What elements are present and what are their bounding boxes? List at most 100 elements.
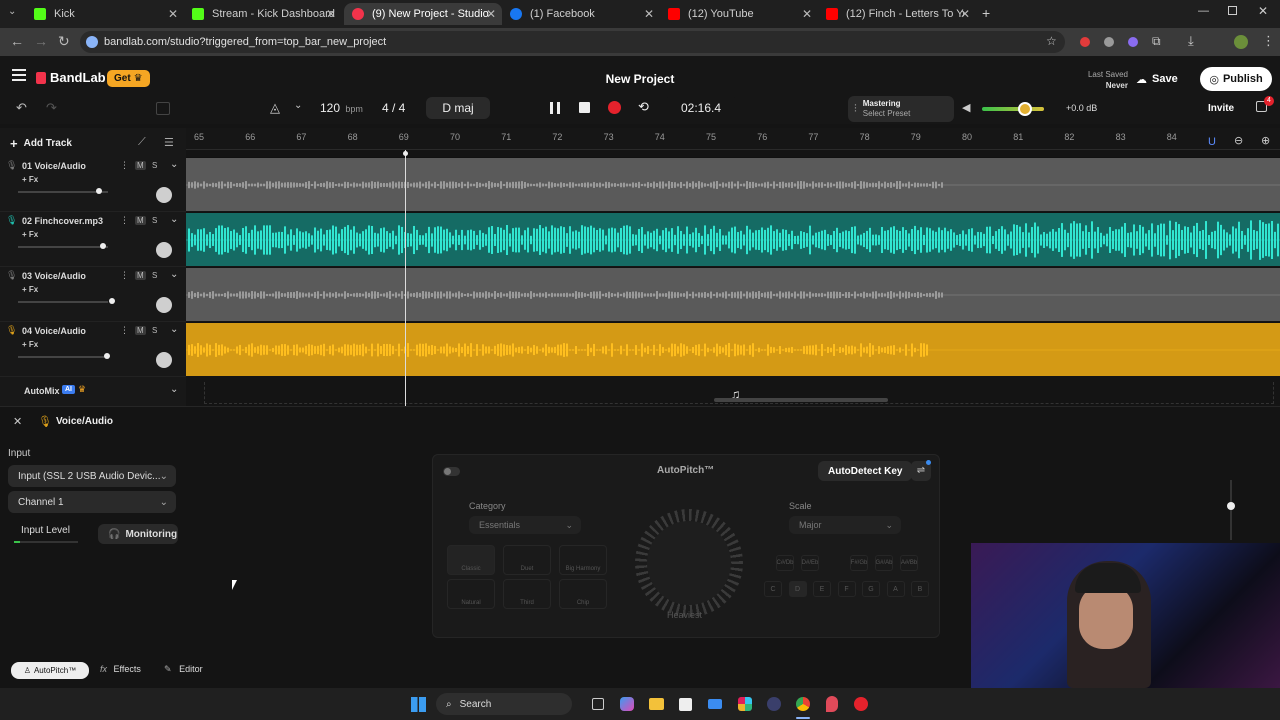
chrome-icon[interactable] <box>796 697 810 711</box>
copilot-icon[interactable] <box>620 697 634 711</box>
obs-icon[interactable] <box>854 697 868 711</box>
solo-button[interactable]: S <box>152 271 157 280</box>
add-fx-button[interactable]: + Fx <box>22 340 38 349</box>
scale-key-sharp[interactable]: A#/Bb <box>900 555 918 571</box>
tab-youtube-finch[interactable]: (12) Finch - Letters To You - Yo ✕ <box>818 3 976 25</box>
puzzle-icon[interactable]: ⧉ <box>1152 34 1161 49</box>
track-name[interactable]: 01 Voice/Audio <box>22 161 86 171</box>
monitoring-button[interactable]: 🎧 Monitoring <box>98 524 178 544</box>
close-icon[interactable]: ✕ <box>960 7 970 21</box>
wand-icon[interactable]: ⟋ <box>138 136 146 149</box>
track-menu-icon[interactable]: ⋮ <box>120 160 129 171</box>
track-volume-handle[interactable] <box>109 298 115 304</box>
mute-button[interactable]: M <box>135 216 146 225</box>
master-volume-slider[interactable] <box>982 102 1044 116</box>
windows-start-icon[interactable] <box>411 697 426 712</box>
track-pan-knob[interactable] <box>156 297 172 313</box>
track-volume-handle[interactable] <box>96 188 102 194</box>
channel-select[interactable]: Channel 1 ⌄ <box>8 491 176 513</box>
tempo-field[interactable]: 120 bpm <box>320 101 363 115</box>
forward-icon[interactable]: → <box>34 33 48 49</box>
menu-dots-icon[interactable]: ⋮ <box>1262 33 1275 49</box>
stop-button[interactable] <box>579 102 590 113</box>
task-view-icon[interactable] <box>592 698 604 710</box>
publish-button[interactable]: ◎ Publish <box>1200 67 1272 91</box>
chevron-down-icon[interactable]: ⌄ <box>170 384 178 395</box>
scale-key-natural[interactable]: D <box>788 581 807 597</box>
bookmark-star-icon[interactable]: ☆ <box>1046 34 1057 48</box>
metronome-dropdown-icon[interactable]: ⌄ <box>294 100 302 111</box>
track-header[interactable]: 🎙 04 Voice/Audio + Fx ⋮ M S ⌄ <box>0 322 186 377</box>
chevron-down-icon[interactable]: ⌄ <box>170 214 178 225</box>
file-explorer-icon[interactable] <box>649 698 664 710</box>
close-icon[interactable]: ✕ <box>486 7 496 21</box>
solo-button[interactable]: S <box>152 161 157 170</box>
scale-key-natural[interactable]: B <box>911 581 929 597</box>
track-header[interactable]: 🎙 03 Voice/Audio + Fx ⋮ M S ⌄ <box>0 267 186 322</box>
autopitch-power-toggle[interactable] <box>443 467 460 476</box>
chevron-down-icon[interactable]: ⌄ <box>170 324 178 335</box>
key-selector[interactable]: D maj <box>426 97 490 119</box>
undo-icon[interactable]: ↶ <box>16 100 27 116</box>
track-pan-knob[interactable] <box>156 187 172 203</box>
scale-key-natural[interactable]: G <box>862 581 880 597</box>
project-title[interactable]: New Project <box>600 72 680 86</box>
tab-list-icon[interactable]: ⌄ <box>8 6 16 17</box>
tab-kick[interactable]: Kick ✕ <box>26 3 184 25</box>
track-lane[interactable] <box>186 267 1280 321</box>
scale-key-natural[interactable]: A <box>886 581 905 597</box>
redo-icon[interactable]: ↷ <box>46 100 57 116</box>
track-volume-slider[interactable] <box>18 301 108 303</box>
track-volume-handle[interactable] <box>104 353 110 359</box>
effect-preset-button[interactable]: Third <box>503 579 551 609</box>
back-icon[interactable]: ← <box>10 33 24 49</box>
tab-kick-dashboard[interactable]: Stream - Kick Dashboard ✕ <box>184 3 342 25</box>
output-meter-knob[interactable] <box>1227 502 1235 510</box>
profile-avatar[interactable] <box>1234 35 1248 49</box>
reload-icon[interactable]: ↻ <box>58 33 70 50</box>
tracks-settings-icon[interactable]: ☰ <box>164 136 174 149</box>
autodetect-key-button[interactable]: AutoDetect Key <box>818 461 913 481</box>
tab-facebook[interactable]: (1) Facebook ✕ <box>502 3 660 25</box>
extension-icon[interactable] <box>1128 37 1138 47</box>
master-speaker-icon[interactable]: ◀ <box>962 101 970 114</box>
track-menu-icon[interactable]: ⋮ <box>120 215 129 226</box>
app-pin-icon[interactable] <box>826 696 838 712</box>
add-track-button[interactable]: + Add Track <box>10 136 72 151</box>
zoom-out-icon[interactable]: ⊖ <box>1234 134 1243 147</box>
add-fx-button[interactable]: + Fx <box>22 285 38 294</box>
track-pan-knob[interactable] <box>156 352 172 368</box>
track-name[interactable]: 02 Finchcover.mp3 <box>22 216 103 226</box>
track-header[interactable]: 🎙 01 Voice/Audio + Fx ⋮ M S ⌄ <box>0 157 186 212</box>
metronome-icon[interactable]: ◬ <box>270 100 280 116</box>
scale-key-natural[interactable]: C <box>764 581 782 597</box>
track-lane[interactable] <box>186 157 1280 211</box>
mute-button[interactable]: M <box>135 326 146 335</box>
effect-preset-button[interactable]: Classic <box>447 545 495 575</box>
track-volume-slider[interactable] <box>18 356 108 358</box>
scale-key-natural[interactable]: E <box>813 581 831 597</box>
chevron-down-icon[interactable]: ⌄ <box>170 269 178 280</box>
track-pan-knob[interactable] <box>156 242 172 258</box>
effect-preset-button[interactable]: Natural <box>447 579 495 609</box>
save-button[interactable]: ☁ Save <box>1136 68 1178 90</box>
track-volume-slider[interactable] <box>18 246 108 248</box>
magnet-icon[interactable]: U <box>1208 136 1216 148</box>
master-volume-knob[interactable] <box>1018 102 1032 116</box>
track-name[interactable]: 04 Voice/Audio <box>22 326 86 336</box>
scale-key-sharp[interactable]: C#/Db <box>776 555 794 571</box>
close-window-icon[interactable]: ✕ <box>1258 4 1268 18</box>
chevron-down-icon[interactable]: ⌄ <box>170 159 178 170</box>
mastering-button[interactable]: ⫶ Mastering Select Preset <box>848 96 954 122</box>
mute-button[interactable]: M <box>135 271 146 280</box>
scale-select[interactable]: Major ⌄ <box>789 516 901 534</box>
record-button[interactable] <box>608 101 621 114</box>
new-tab-button[interactable]: + <box>982 5 990 21</box>
mute-button[interactable]: M <box>135 161 146 170</box>
track-name[interactable]: 03 Voice/Audio <box>22 271 86 281</box>
invite-button[interactable]: Invite <box>1208 103 1234 114</box>
close-panel-icon[interactable]: ✕ <box>13 415 22 428</box>
category-select[interactable]: Essentials ⌄ <box>469 516 581 534</box>
track-lane[interactable] <box>186 322 1280 376</box>
track-lane[interactable] <box>186 212 1280 266</box>
